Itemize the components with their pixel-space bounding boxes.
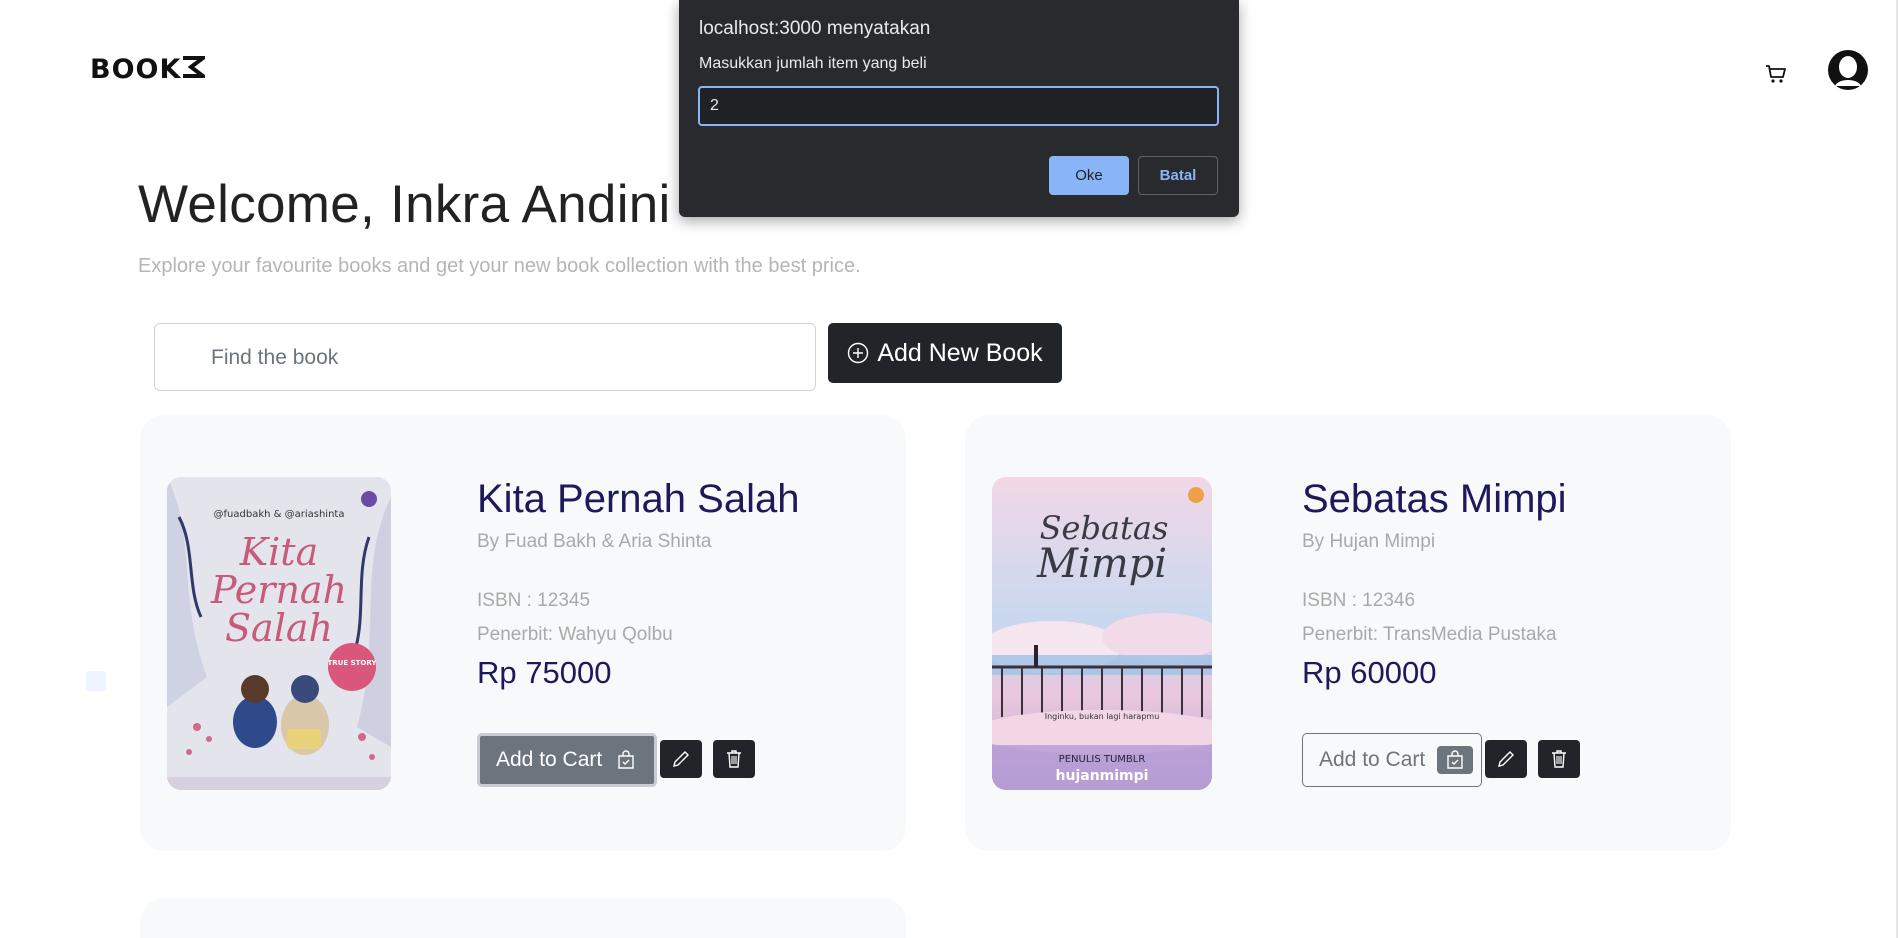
user-avatar[interactable] bbox=[1828, 50, 1868, 90]
add-to-cart-label: Add to Cart bbox=[1319, 748, 1426, 771]
cart-icon[interactable] bbox=[1765, 64, 1787, 84]
welcome-subtitle: Explore your favourite books and get you… bbox=[138, 255, 861, 277]
cover-author-label: PENULIS TUMBLR bbox=[1059, 754, 1146, 765]
pencil-icon bbox=[1498, 751, 1514, 767]
dialog-ok-button[interactable]: Oke bbox=[1049, 156, 1129, 195]
book-author: By Hujan Mimpi bbox=[1302, 531, 1436, 552]
delete-button[interactable] bbox=[1538, 740, 1580, 778]
page-scrollbar[interactable] bbox=[1896, 0, 1898, 938]
add-new-book-label: Add New Book bbox=[877, 338, 1043, 367]
cover-title-line: Salah bbox=[225, 606, 333, 650]
trash-icon bbox=[727, 750, 741, 768]
add-to-cart-label: Add to Cart bbox=[496, 748, 603, 771]
book-publisher: Penerbit: Wahyu Qolbu bbox=[477, 624, 673, 645]
cover-badge: TRUE STORY bbox=[328, 659, 378, 667]
bag-check-icon bbox=[614, 748, 638, 772]
plus-circle-icon bbox=[848, 342, 869, 364]
add-new-book-button[interactable]: Add New Book bbox=[828, 323, 1062, 383]
book-title[interactable]: Sebatas Mimpi bbox=[1302, 477, 1567, 522]
dialog-cancel-button[interactable]: Batal bbox=[1138, 156, 1218, 195]
logo-mark-icon bbox=[183, 56, 206, 78]
search-box[interactable] bbox=[154, 323, 816, 391]
trash-icon bbox=[1552, 750, 1566, 768]
welcome-heading: Welcome, Inkra Andini bbox=[138, 175, 671, 234]
book-cover-image: Sebatas Mimpi Inginku, bukan lagi harapm… bbox=[992, 477, 1212, 790]
edit-button[interactable] bbox=[1485, 740, 1527, 778]
book-author: By Fuad Bakh & Aria Shinta bbox=[477, 531, 712, 552]
bag-check-icon bbox=[1437, 746, 1474, 774]
dialog-message: Masukkan jumlah item yang beli bbox=[699, 55, 927, 72]
book-cover-image: @fuadbakh & @ariashinta Kita Pernah Sala… bbox=[167, 477, 391, 790]
dialog-title: localhost:3000 menyatakan bbox=[699, 18, 931, 39]
cover-author-text: @fuadbakh & @ariashinta bbox=[214, 509, 345, 520]
book-price: Rp 75000 bbox=[477, 655, 612, 690]
logo-text: BOOK bbox=[90, 54, 182, 85]
book-card: @fuadbakh & @ariashinta Kita Pernah Sala… bbox=[140, 415, 906, 851]
book-isbn: ISBN : 12345 bbox=[477, 590, 591, 611]
search-input[interactable] bbox=[211, 342, 771, 374]
add-to-cart-button[interactable]: Add to Cart bbox=[477, 733, 657, 787]
book-title[interactable]: Kita Pernah Salah bbox=[477, 477, 799, 522]
dialog-quantity-input[interactable] bbox=[698, 86, 1219, 126]
book-publisher: Penerbit: TransMedia Pustaka bbox=[1302, 624, 1557, 645]
cover-title-line: Mimpi bbox=[1036, 541, 1167, 587]
cover-tagline: Inginku, bukan lagi harapmu bbox=[1045, 712, 1160, 721]
prompt-dialog: localhost:3000 menyatakan Masukkan jumla… bbox=[679, 0, 1239, 217]
book-card: Sebatas Mimpi Inginku, bukan lagi harapm… bbox=[965, 415, 1731, 851]
ghost-square-icon bbox=[86, 671, 106, 691]
cover-author-handle: hujanmimpi bbox=[1056, 768, 1149, 784]
book-isbn: ISBN : 12346 bbox=[1302, 590, 1416, 611]
user-silhouette-icon bbox=[1829, 51, 1867, 89]
book-price: Rp 60000 bbox=[1302, 655, 1437, 690]
book-card bbox=[140, 898, 906, 938]
pencil-icon bbox=[673, 751, 689, 767]
brand-logo[interactable]: BOOK bbox=[90, 54, 206, 85]
edit-button[interactable] bbox=[660, 740, 702, 778]
add-to-cart-button[interactable]: Add to Cart bbox=[1302, 733, 1482, 787]
delete-button[interactable] bbox=[713, 740, 755, 778]
